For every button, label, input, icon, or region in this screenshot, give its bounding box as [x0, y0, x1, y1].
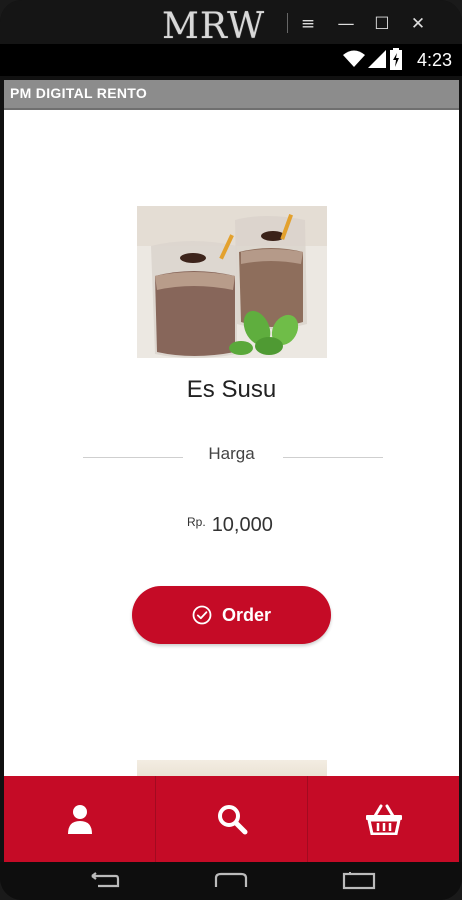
back-icon[interactable]	[86, 872, 120, 890]
wifi-icon	[343, 50, 365, 67]
order-button[interactable]: Order	[132, 586, 331, 644]
close-icon[interactable]: ✕	[406, 10, 430, 38]
brand-logo: MRW	[162, 6, 266, 47]
action-bar: PM DIGITAL RENTO	[4, 80, 459, 110]
currency-label: Rp.	[187, 515, 206, 529]
product-name: Es Susu	[186, 376, 277, 403]
divider-right	[283, 457, 383, 458]
window-title-bar: MRW ≡ — ☐ ✕	[0, 0, 462, 47]
recents-icon[interactable]	[342, 872, 376, 890]
device-frame: MRW ≡ — ☐ ✕ 4:23 PM DIGITAL RENTO Es Sus…	[0, 0, 462, 900]
price-value: 10,000	[211, 514, 273, 536]
nav-cart[interactable]	[308, 776, 459, 862]
user-icon	[67, 805, 92, 834]
product-image[interactable]	[137, 206, 327, 358]
system-nav-bar	[0, 862, 462, 900]
search-icon	[217, 805, 247, 835]
status-clock: 4:23	[416, 50, 452, 70]
app-title: PM DIGITAL RENTO	[10, 85, 148, 101]
signal-icon	[368, 50, 386, 68]
maximize-icon[interactable]: ☐	[370, 10, 394, 38]
status-bar	[0, 44, 462, 76]
basket-icon	[365, 804, 402, 835]
check-circle-icon	[192, 605, 212, 625]
price-label: Harga	[208, 444, 255, 463]
menu-icon[interactable]: ≡	[296, 10, 320, 38]
product-price: Rp. 10,000	[187, 514, 273, 537]
nav-search[interactable]	[156, 776, 308, 862]
home-icon[interactable]	[213, 872, 249, 890]
battery-icon	[390, 48, 402, 70]
window-separator	[287, 13, 288, 33]
order-label: Order	[221, 604, 272, 625]
app-screen: PM DIGITAL RENTO Es Susu Harga Rp. 10,00…	[4, 80, 459, 866]
bottom-nav	[4, 776, 459, 862]
minimize-icon[interactable]: —	[334, 10, 358, 38]
nav-profile[interactable]	[4, 776, 156, 862]
